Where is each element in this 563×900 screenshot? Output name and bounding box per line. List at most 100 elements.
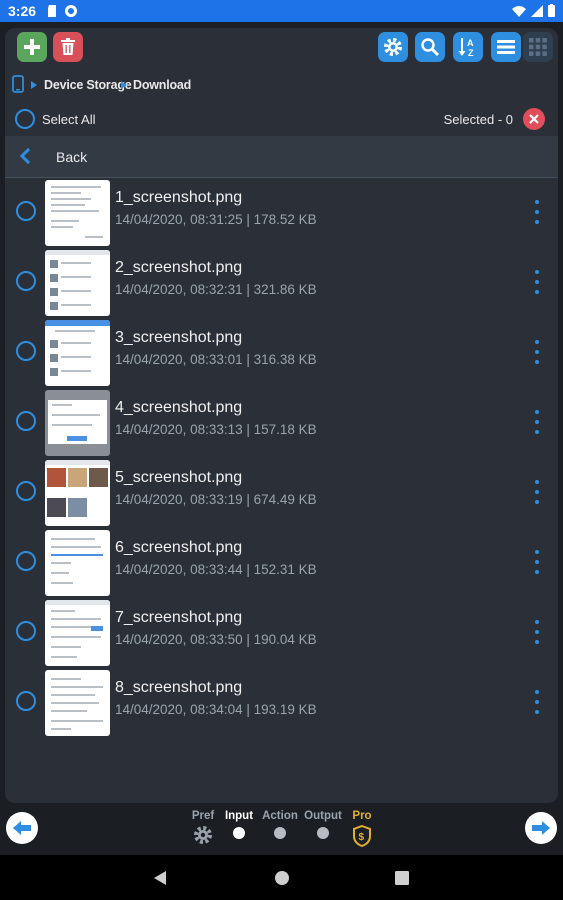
clear-selection-button[interactable] — [523, 108, 545, 130]
system-back-icon[interactable] — [153, 870, 167, 886]
grid-view-button[interactable] — [523, 32, 553, 62]
file-thumbnail — [45, 390, 110, 456]
svg-text:A: A — [467, 38, 474, 48]
add-button[interactable] — [17, 32, 47, 62]
trash-icon — [61, 38, 75, 55]
file-thumbnail — [45, 530, 110, 596]
svg-text:Z: Z — [468, 48, 474, 58]
file-thumbnail — [45, 460, 110, 526]
more-options-icon[interactable] — [534, 690, 540, 714]
breadcrumb-arrow-icon — [31, 81, 37, 89]
more-options-icon[interactable] — [534, 410, 540, 434]
close-icon — [529, 114, 539, 124]
list-item[interactable]: 8_screenshot.png 14/04/2020, 08:34:04 | … — [5, 668, 558, 738]
list-item[interactable]: 7_screenshot.png 14/04/2020, 08:33:50 | … — [5, 598, 558, 668]
breadcrumb-download[interactable]: Download — [133, 78, 191, 92]
step-dot — [274, 827, 286, 839]
plus-icon — [24, 39, 40, 55]
more-options-icon[interactable] — [534, 200, 540, 224]
sd-card-icon — [48, 5, 56, 17]
file-name: 7_screenshot.png — [115, 609, 243, 626]
list-item[interactable]: 1_screenshot.png 14/04/2020, 08:31:25 | … — [5, 178, 558, 248]
breadcrumb-arrow-icon — [121, 81, 127, 89]
file-meta: 14/04/2020, 08:33:44 | 152.31 KB — [115, 562, 317, 577]
more-options-icon[interactable] — [534, 270, 540, 294]
file-name: 1_screenshot.png — [115, 189, 243, 206]
file-select-radio[interactable] — [16, 341, 36, 361]
step-label: Pro — [352, 810, 372, 822]
svg-text:$: $ — [359, 832, 365, 843]
list-item[interactable]: 4_screenshot.png 14/04/2020, 08:33:13 | … — [5, 388, 558, 458]
sync-icon — [65, 5, 77, 17]
file-name: 8_screenshot.png — [115, 679, 243, 696]
sort-button[interactable]: AZ — [453, 32, 483, 62]
list-item[interactable]: 3_screenshot.png 14/04/2020, 08:33:01 | … — [5, 318, 558, 388]
file-meta: 14/04/2020, 08:34:04 | 193.19 KB — [115, 702, 317, 717]
file-select-radio[interactable] — [16, 271, 36, 291]
file-meta: 14/04/2020, 08:31:25 | 178.52 KB — [115, 212, 317, 227]
settings-button[interactable] — [378, 32, 408, 62]
file-thumbnail — [45, 320, 110, 386]
arrow-left-icon — [13, 821, 31, 835]
step-dot — [317, 827, 329, 839]
selected-count: Selected - 0 — [443, 112, 513, 127]
list-icon — [497, 40, 515, 54]
system-recents-icon[interactable] — [395, 871, 409, 885]
file-thumbnail — [45, 600, 110, 666]
file-meta: 14/04/2020, 08:33:50 | 190.04 KB — [115, 632, 317, 647]
file-name: 3_screenshot.png — [115, 329, 243, 346]
file-meta: 14/04/2020, 08:33:19 | 674.49 KB — [115, 492, 317, 507]
pro-shield-icon: $ — [353, 825, 371, 847]
file-select-radio[interactable] — [16, 481, 36, 501]
file-select-radio[interactable] — [16, 201, 36, 221]
search-icon — [421, 38, 440, 57]
grid-icon — [529, 38, 547, 56]
system-home-icon[interactable] — [274, 870, 290, 886]
status-bar: 3:26 — [0, 0, 563, 22]
more-options-icon[interactable] — [534, 620, 540, 644]
file-meta: 14/04/2020, 08:33:13 | 157.18 KB — [115, 422, 317, 437]
select-all-label[interactable]: Select All — [42, 112, 95, 127]
file-select-radio[interactable] — [16, 621, 36, 641]
list-view-button[interactable] — [491, 32, 521, 62]
next-step-button[interactable] — [525, 812, 557, 844]
delete-button[interactable] — [53, 32, 83, 62]
file-name: 6_screenshot.png — [115, 539, 243, 556]
more-options-icon[interactable] — [534, 340, 540, 364]
list-item[interactable]: 6_screenshot.png 14/04/2020, 08:33:44 | … — [5, 528, 558, 598]
file-meta: 14/04/2020, 08:33:01 | 316.38 KB — [115, 352, 317, 367]
more-options-icon[interactable] — [534, 480, 540, 504]
step-pro[interactable]: Pro $ — [337, 810, 387, 847]
signal-icon — [531, 5, 543, 17]
list-item[interactable]: 2_screenshot.png 14/04/2020, 08:32:31 | … — [5, 248, 558, 318]
file-meta: 14/04/2020, 08:32:31 | 321.86 KB — [115, 282, 317, 297]
breadcrumb: Device Storage Download — [5, 72, 558, 98]
file-name: 4_screenshot.png — [115, 399, 243, 416]
file-select-radio[interactable] — [16, 411, 36, 431]
more-options-icon[interactable] — [534, 550, 540, 574]
battery-icon — [548, 4, 555, 17]
phone-icon — [12, 75, 24, 93]
breadcrumb-device-storage[interactable]: Device Storage — [44, 78, 132, 92]
file-name: 2_screenshot.png — [115, 259, 243, 276]
wifi-icon — [512, 6, 526, 17]
file-thumbnail — [45, 250, 110, 316]
sort-az-icon: AZ — [458, 38, 474, 58]
toolbar: AZ — [5, 28, 558, 70]
previous-step-button[interactable] — [6, 812, 38, 844]
search-button[interactable] — [415, 32, 445, 62]
status-time: 3:26 — [8, 3, 37, 19]
file-thumbnail — [45, 180, 110, 246]
select-all-radio[interactable] — [15, 109, 35, 129]
step-dot — [233, 827, 245, 839]
file-select-radio[interactable] — [16, 691, 36, 711]
back-label: Back — [56, 149, 88, 165]
file-name: 5_screenshot.png — [115, 469, 243, 486]
gear-icon — [384, 38, 402, 56]
arrow-right-icon — [532, 821, 550, 835]
list-item[interactable]: 5_screenshot.png 14/04/2020, 08:33:19 | … — [5, 458, 558, 528]
gear-icon — [194, 826, 212, 844]
file-select-radio[interactable] — [16, 551, 36, 571]
select-bar: Select All Selected - 0 — [5, 102, 558, 136]
back-button[interactable]: Back — [5, 136, 558, 178]
